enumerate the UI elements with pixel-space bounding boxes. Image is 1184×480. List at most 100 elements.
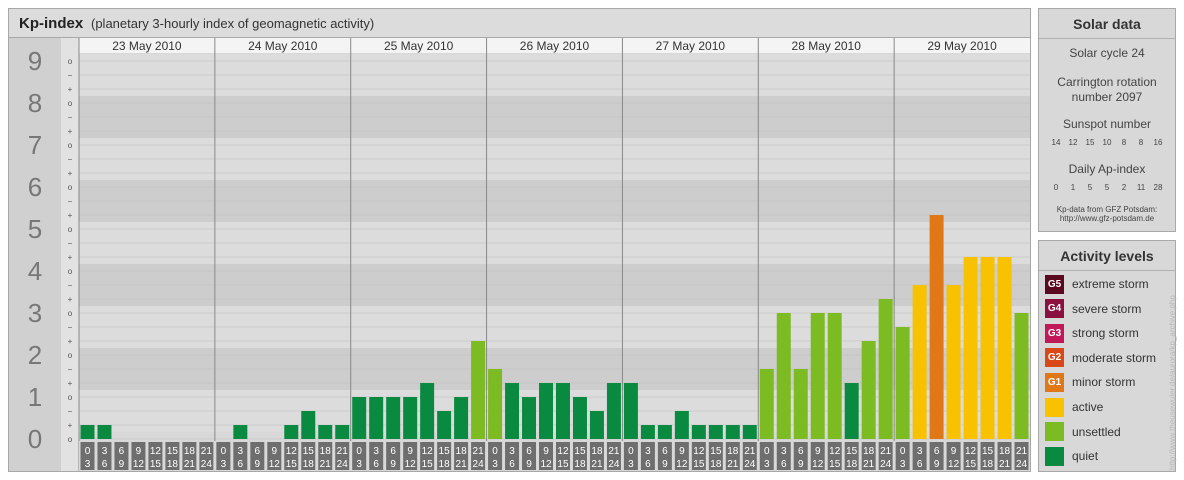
solar-cycle: Solar cycle 24 xyxy=(1069,46,1145,60)
hour-end-label: 18 xyxy=(574,459,586,470)
y-minor-mark: + xyxy=(68,421,73,430)
sunspot-value: 10 xyxy=(1102,138,1112,147)
hour-end-label: 6 xyxy=(781,459,787,470)
hour-start-label: 3 xyxy=(102,446,108,457)
activity-level-label: minor storm xyxy=(1072,375,1136,390)
hour-start-label: 3 xyxy=(781,446,787,457)
hour-start-label: 12 xyxy=(422,446,434,457)
hour-end-label: 6 xyxy=(238,459,244,470)
kp-bar xyxy=(861,341,876,439)
hour-start-label: 15 xyxy=(439,446,451,457)
sunspot-value: 16 xyxy=(1153,138,1163,147)
ap-value: 1 xyxy=(1070,183,1076,192)
hour-end-label: 24 xyxy=(880,459,892,470)
hour-start-label: 9 xyxy=(543,446,549,457)
carrington-line-1: Carrington rotation xyxy=(1057,75,1157,89)
kp-bar xyxy=(403,397,418,439)
y-minor-mark: o xyxy=(68,267,73,276)
y-minor-mark: o xyxy=(68,435,73,444)
kp-bar xyxy=(556,383,570,439)
kp-bar xyxy=(674,410,689,439)
hour-end-label: 18 xyxy=(303,459,315,470)
y-tick-label: 1 xyxy=(28,382,42,412)
hour-end-label: 6 xyxy=(102,459,108,470)
hour-start-label: 18 xyxy=(999,446,1011,457)
hour-start-label: 6 xyxy=(662,446,668,457)
kp-bar xyxy=(623,383,638,439)
y-minor-mark: o xyxy=(68,183,73,192)
hour-start-label: 21 xyxy=(880,446,892,457)
y-minor-mark: − xyxy=(68,365,73,374)
y-minor-mark: − xyxy=(68,197,73,206)
y-minor-mark: o xyxy=(68,225,73,234)
hour-start-label: 18 xyxy=(727,446,739,457)
hour-start-label: 9 xyxy=(272,446,278,457)
hour-start-label: 0 xyxy=(764,446,770,457)
hour-start-label: 18 xyxy=(591,446,603,457)
ap-value: 28 xyxy=(1153,183,1163,192)
kp-bar xyxy=(827,313,842,439)
hour-start-label: 6 xyxy=(255,446,261,457)
hour-start-label: 21 xyxy=(1016,446,1028,457)
hour-start-label: 15 xyxy=(846,446,858,457)
hour-end-label: 21 xyxy=(184,459,196,470)
kp-bar xyxy=(776,313,791,439)
kp-bar xyxy=(742,425,757,439)
hour-end-label: 12 xyxy=(812,459,824,470)
activity-level-label: strong storm xyxy=(1072,326,1139,341)
kp-chart-panel: Kp-index (planetary 3-hourly index of ge… xyxy=(8,8,1031,472)
hour-end-label: 3 xyxy=(628,459,634,470)
day-label: 28 May 2010 xyxy=(792,39,862,53)
hour-end-label: 12 xyxy=(676,459,688,470)
hour-end-label: 6 xyxy=(373,459,379,470)
hour-start-label: 12 xyxy=(286,446,298,457)
activity-level-row: G4 severe storm xyxy=(1045,299,1141,319)
hour-start-label: 15 xyxy=(574,446,586,457)
y-tick-label: 2 xyxy=(28,340,42,370)
hour-start-label: 3 xyxy=(373,446,379,457)
y-minor-mark: − xyxy=(68,239,73,248)
sunspot-values: 14 12 15 10 8 8 16 xyxy=(1039,138,1175,147)
activity-level-swatch: G3 xyxy=(1045,323,1064,343)
kp-bar xyxy=(420,383,435,439)
activity-level-swatch xyxy=(1045,397,1064,417)
activity-divider xyxy=(1039,270,1175,271)
hour-start-label: 3 xyxy=(917,446,923,457)
activity-level-row: G1 minor storm xyxy=(1045,372,1135,392)
kp-bar xyxy=(793,368,808,439)
y-minor-mark: o xyxy=(68,393,73,402)
ap-value: 0 xyxy=(1053,183,1059,192)
activity-levels-panel: Activity levels G5 extreme storm G4 severe … xyxy=(1038,240,1176,472)
activity-level-label: severe storm xyxy=(1072,301,1142,316)
kp-bar xyxy=(352,397,367,439)
kp-bar xyxy=(810,313,825,439)
kp-bar xyxy=(657,425,672,439)
hour-end-label: 9 xyxy=(526,459,532,470)
activity-level-row: active xyxy=(1045,397,1103,417)
hour-end-label: 24 xyxy=(744,459,756,470)
hour-end-label: 21 xyxy=(999,459,1011,470)
ap-value: 11 xyxy=(1136,183,1146,192)
hour-start-label: 21 xyxy=(473,446,485,457)
hour-end-label: 9 xyxy=(934,459,940,470)
kp-bar xyxy=(488,368,503,439)
y-minor-mark: − xyxy=(68,113,73,122)
hour-end-label: 18 xyxy=(710,459,722,470)
hour-start-label: 18 xyxy=(320,446,332,457)
day-label: 26 May 2010 xyxy=(520,39,590,53)
hour-end-label: 21 xyxy=(727,459,739,470)
y-minor-mark: o xyxy=(68,57,73,66)
hour-end-label: 21 xyxy=(591,459,603,470)
hour-end-label: 21 xyxy=(456,459,468,470)
kp-bar xyxy=(454,397,469,439)
ap-title: Daily Ap-index xyxy=(1068,162,1146,176)
hour-start-label: 3 xyxy=(509,446,515,457)
y-tick-label: 5 xyxy=(28,214,42,244)
hour-end-label: 21 xyxy=(863,459,875,470)
y-minor-mark: − xyxy=(68,323,73,332)
hour-end-label: 24 xyxy=(1016,459,1028,470)
kp-bar xyxy=(708,425,723,439)
ap-value: 5 xyxy=(1104,183,1110,192)
kp-bar xyxy=(386,397,401,439)
hour-start-label: 21 xyxy=(337,446,349,457)
